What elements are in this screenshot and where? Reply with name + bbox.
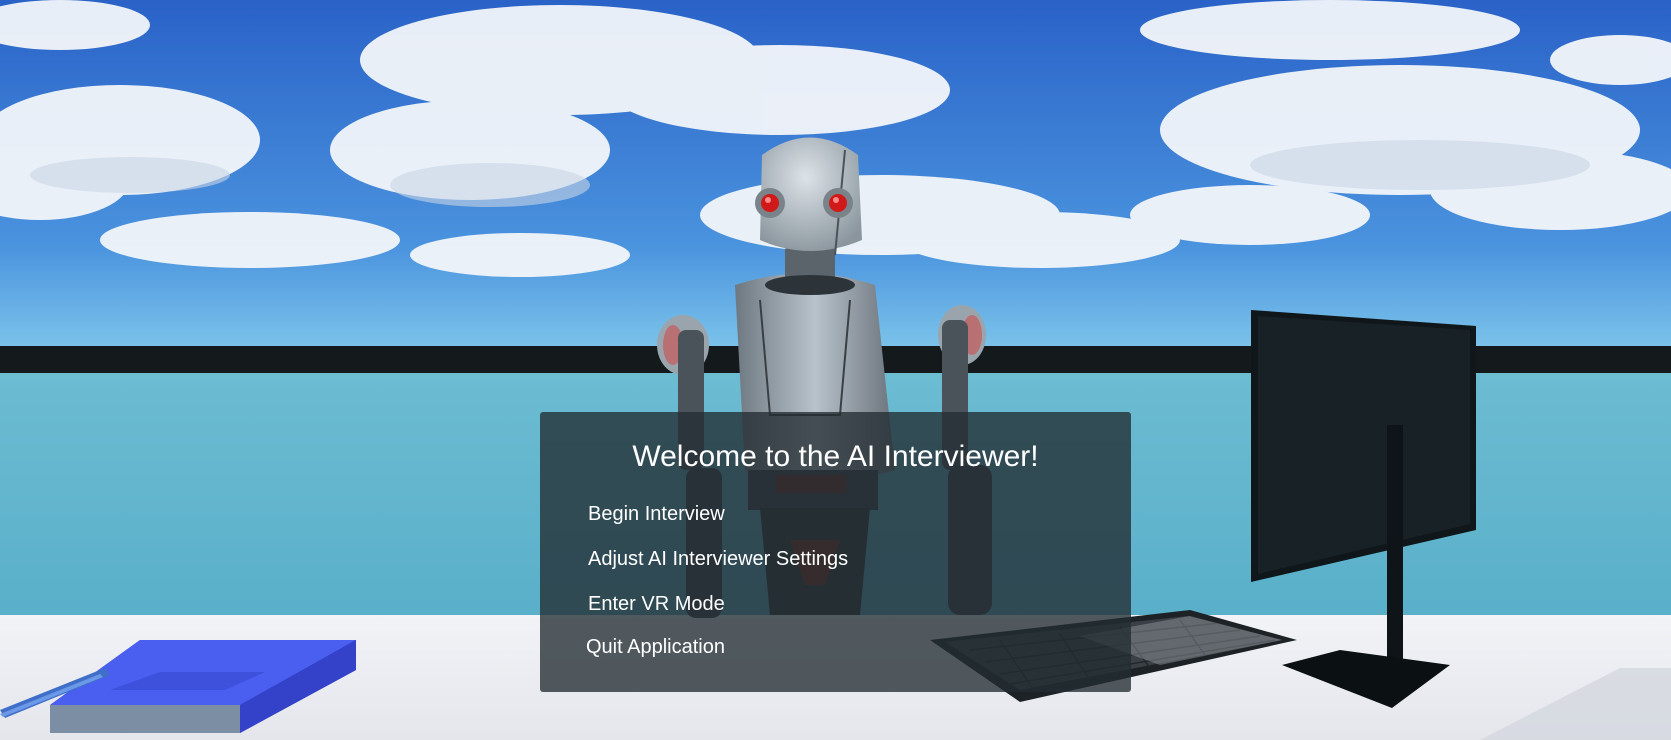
adjust-settings-button[interactable]: Adjust AI Interviewer Settings (588, 548, 848, 571)
quit-application-button[interactable]: Quit Application (586, 636, 725, 659)
menu-title: Welcome to the AI Interviewer! (632, 440, 1039, 473)
enter-vr-mode-button[interactable]: Enter VR Mode (588, 593, 725, 616)
begin-interview-button[interactable]: Begin Interview (588, 503, 725, 526)
main-menu-panel: Welcome to the AI Interviewer! Begin Int… (540, 412, 1131, 692)
